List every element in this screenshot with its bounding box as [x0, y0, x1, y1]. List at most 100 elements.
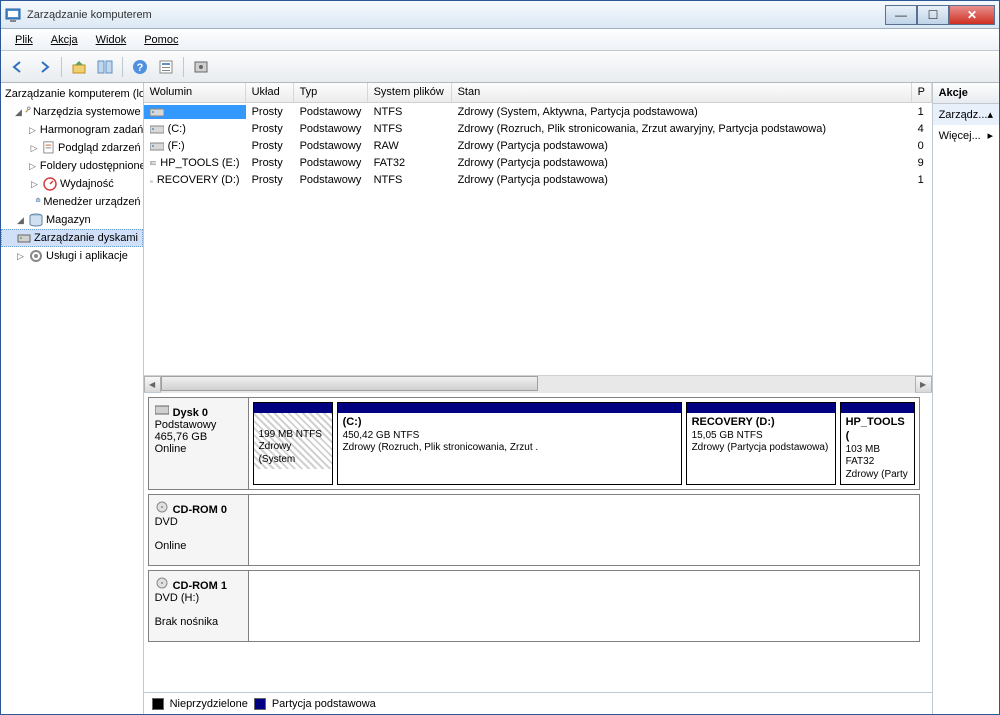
disk-partitions: [249, 571, 919, 641]
cell-type: Podstawowy: [294, 105, 368, 119]
maximize-button[interactable]: ☐: [917, 5, 949, 25]
partition-c[interactable]: (C:)450,42 GB NTFSZdrowy (Rozruch, Plik …: [337, 402, 682, 485]
header-type[interactable]: Typ: [294, 83, 368, 102]
menu-action[interactable]: Akcja: [43, 32, 86, 48]
header-status[interactable]: Stan: [452, 83, 912, 102]
collapse-icon[interactable]: ◢: [15, 215, 26, 226]
back-button[interactable]: [7, 56, 29, 78]
tree-performance[interactable]: ▷ Wydajność: [1, 175, 143, 193]
list-header: Wolumin Układ Typ System plików Stan P: [144, 83, 932, 103]
tree-sharedfolders[interactable]: ▷ Foldery udostępnione: [1, 157, 143, 175]
header-layout[interactable]: Układ: [246, 83, 294, 102]
hscrollbar[interactable]: ◀ ▶: [144, 375, 932, 392]
expand-icon[interactable]: ▷: [29, 125, 36, 136]
scroll-right-button[interactable]: ▶: [915, 376, 932, 393]
tree-pane[interactable]: Zarządzanie komputerem (lokalne) ◢ Narzę…: [1, 83, 144, 714]
tree-services[interactable]: ▷ Usługi i aplikacje: [1, 247, 143, 265]
header-p[interactable]: P: [912, 83, 932, 102]
menu-help[interactable]: Pomoc: [136, 32, 186, 48]
expand-icon[interactable]: ▷: [29, 143, 39, 154]
tree-devmgr[interactable]: Menedżer urządzeń: [1, 193, 143, 211]
drive-icon: [150, 106, 164, 118]
partition-header: [254, 403, 332, 413]
cell-layout: Prosty: [246, 105, 294, 119]
partition-system[interactable]: 199 MB NTFSZdrowy (System: [253, 402, 333, 485]
cell-status: Zdrowy (Partycja podstawowa): [452, 139, 912, 153]
header-volume[interactable]: Wolumin: [144, 83, 246, 102]
cell-p: 4: [912, 122, 932, 136]
expand-icon[interactable]: ▷: [29, 179, 40, 190]
expand-icon[interactable]: ▷: [29, 161, 36, 172]
cell-fs: NTFS: [368, 122, 452, 136]
actions-pane: Akcje Zarządz...▴ Więcej...▸: [932, 83, 999, 714]
table-row[interactable]: RECOVERY (D:)ProstyPodstawowyNTFSZdrowy …: [144, 171, 932, 188]
separator: [122, 57, 123, 77]
tree-eventviewer[interactable]: ▷ Podgląd zdarzeń: [1, 139, 143, 157]
tree-root[interactable]: Zarządzanie komputerem (lokalne): [1, 85, 143, 103]
up-button[interactable]: [68, 56, 90, 78]
disk-type: DVD (H:): [155, 592, 200, 604]
collapse-icon[interactable]: ◢: [15, 107, 22, 118]
cell-type: Podstawowy: [294, 139, 368, 153]
drive-icon: [150, 174, 153, 186]
cell-p: 0: [912, 139, 932, 153]
chevron-up-icon: ▴: [987, 108, 993, 121]
show-hide-button[interactable]: [94, 56, 116, 78]
disk-state: Brak nośnika: [155, 616, 219, 628]
legend-bar: Nieprzydzielone Partycja podstawowa: [144, 692, 932, 714]
cell-p: 1: [912, 173, 932, 187]
cell-type: Podstawowy: [294, 122, 368, 136]
table-row[interactable]: (F:)ProstyPodstawowyRAWZdrowy (Partycja …: [144, 137, 932, 154]
cell-layout: Prosty: [246, 139, 294, 153]
forward-button[interactable]: [33, 56, 55, 78]
cell-type: Podstawowy: [294, 156, 368, 170]
table-row[interactable]: ProstyPodstawowyNTFSZdrowy (System, Akty…: [144, 103, 932, 120]
device-icon: [35, 194, 41, 210]
drive-icon: [150, 123, 164, 135]
storage-icon: [28, 212, 44, 228]
table-row[interactable]: (C:)ProstyPodstawowyNTFSZdrowy (Rozruch,…: [144, 120, 932, 137]
legend-label: Partycja podstawowa: [272, 698, 376, 710]
toolbar: ?: [1, 51, 999, 83]
scroll-thumb[interactable]: [161, 376, 538, 391]
settings-button[interactable]: [190, 56, 212, 78]
cell-p: 9: [912, 156, 932, 170]
tree-storage[interactable]: ◢ Magazyn: [1, 211, 143, 229]
scroll-left-button[interactable]: ◀: [144, 376, 161, 393]
cdrom-icon: [155, 577, 169, 589]
tree-label: Podgląd zdarzeń: [58, 142, 141, 154]
disk-state: Online: [155, 540, 187, 552]
header-fs[interactable]: System plików: [368, 83, 452, 102]
tree-diskmgmt[interactable]: Zarządzanie dyskami: [1, 229, 143, 247]
table-row[interactable]: HP_TOOLS (E:)ProstyPodstawowyFAT32Zdrowy…: [144, 154, 932, 171]
expand-icon[interactable]: ▷: [15, 251, 26, 262]
disk-info: CD-ROM 1 DVD (H:) Brak nośnika: [149, 571, 249, 641]
volume-list[interactable]: Wolumin Układ Typ System plików Stan P P…: [144, 83, 932, 375]
cell-fs: FAT32: [368, 156, 452, 170]
titlebar[interactable]: Zarządzanie komputerem — ☐ ✕: [1, 1, 999, 29]
close-button[interactable]: ✕: [949, 5, 995, 25]
cell-layout: Prosty: [246, 156, 294, 170]
help-button[interactable]: ?: [129, 56, 151, 78]
menu-file[interactable]: Plik: [7, 32, 41, 48]
disk-row-cdrom1[interactable]: CD-ROM 1 DVD (H:) Brak nośnika: [148, 570, 920, 642]
minimize-button[interactable]: —: [885, 5, 917, 25]
disk-icon: [16, 230, 32, 246]
action-manage[interactable]: Zarządz...▴: [933, 104, 999, 125]
disk-info: Dysk 0 Podstawowy 465,76 GB Online: [149, 398, 249, 489]
tree-scheduler[interactable]: ▷ Harmonogram zadań: [1, 121, 143, 139]
partition-recovery[interactable]: RECOVERY (D:)15,05 GB NTFSZdrowy (Partyc…: [686, 402, 836, 485]
scroll-track[interactable]: [161, 376, 915, 393]
menu-view[interactable]: Widok: [88, 32, 135, 48]
tree-system-tools[interactable]: ◢ Narzędzia systemowe: [1, 103, 143, 121]
disk-row-cdrom0[interactable]: CD-ROM 0 DVD Online: [148, 494, 920, 566]
disk-row-disk0[interactable]: Dysk 0 Podstawowy 465,76 GB Online 199 M…: [148, 397, 920, 490]
disk-graph-pane[interactable]: Dysk 0 Podstawowy 465,76 GB Online 199 M…: [144, 392, 932, 692]
disk-info: CD-ROM 0 DVD Online: [149, 495, 249, 565]
services-icon: [28, 248, 44, 264]
cell-volume: (F:): [144, 139, 246, 153]
action-more[interactable]: Więcej...▸: [933, 125, 999, 146]
properties-button[interactable]: [155, 56, 177, 78]
legend-label: Nieprzydzielone: [170, 698, 248, 710]
partition-hptools[interactable]: HP_TOOLS (103 MB FAT32Zdrowy (Party: [840, 402, 915, 485]
